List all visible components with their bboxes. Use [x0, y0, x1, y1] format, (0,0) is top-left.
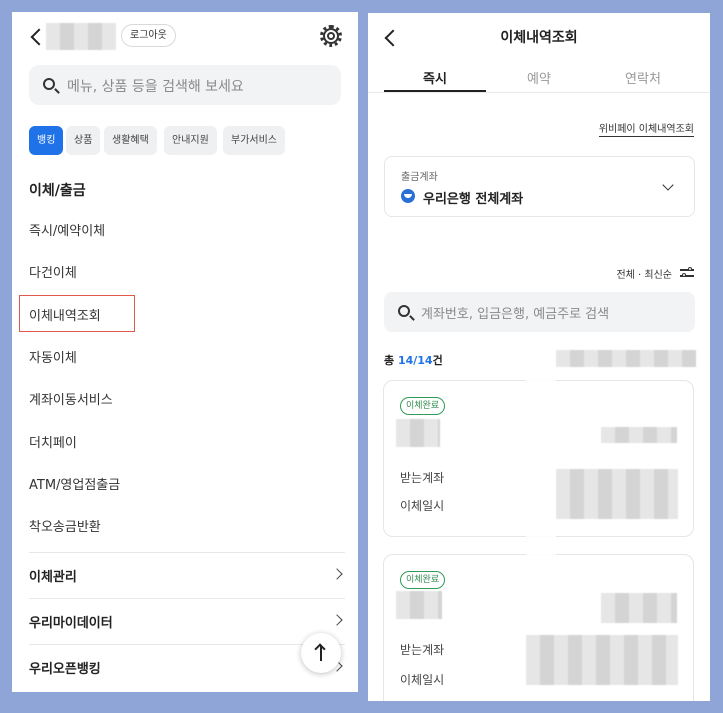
- group-my-data[interactable]: 우리마이데이터: [29, 610, 345, 632]
- menu-item-mistaken-remit[interactable]: 착오송금반환: [29, 516, 101, 535]
- history-search-input[interactable]: 계좌번호, 입금은행, 예금주로 검색: [384, 292, 695, 332]
- chip-banking[interactable]: 뱅킹: [29, 126, 64, 155]
- account-name: 우리은행 전체계좌: [423, 192, 524, 207]
- wibee-history-link[interactable]: 위비페이 이체내역조회: [598, 120, 694, 137]
- menu-panel: 로그아웃 메뉴, 상품 등을 검색해 보세요 뱅킹 상품 생활혜택 안내지원 부…: [12, 12, 358, 692]
- group-label: 이체관리: [29, 570, 77, 585]
- divider: [368, 92, 710, 93]
- account-label: 출금계좌: [401, 172, 438, 183]
- filter-icon[interactable]: [680, 267, 694, 278]
- group-open-banking[interactable]: 우리오픈뱅킹: [29, 656, 345, 678]
- redacted-recipient: [396, 591, 442, 619]
- redacted-details: [556, 469, 678, 519]
- chip-extra-services[interactable]: 부가서비스: [223, 126, 285, 155]
- menu-item-atm-withdrawal[interactable]: ATM/영업점출금: [29, 474, 120, 493]
- tab-contacts[interactable]: 연락처: [592, 68, 694, 87]
- section-title-transfer: 이체/출금: [29, 183, 86, 199]
- bank-logo-icon: [401, 189, 415, 203]
- logout-button[interactable]: 로그아웃: [121, 24, 176, 47]
- transfer-date-label: 이체일시: [400, 673, 445, 687]
- search-icon: [43, 78, 55, 90]
- back-icon[interactable]: [30, 28, 48, 46]
- count-suffix: 건: [432, 354, 443, 367]
- divider: [29, 644, 345, 645]
- count-prefix: 총: [384, 354, 398, 367]
- search-icon: [398, 305, 410, 317]
- menu-item-dutch-pay[interactable]: 더치페이: [29, 432, 77, 451]
- menu-item-transfer-history[interactable]: 이체내역조회: [29, 305, 101, 324]
- redacted-amount: [601, 427, 677, 443]
- recipient-account-label: 받는계좌: [400, 643, 445, 657]
- chevron-down-icon: [662, 179, 674, 191]
- search-placeholder: 계좌번호, 입금은행, 예금주로 검색: [421, 307, 610, 322]
- menu-item-account-switch[interactable]: 계좌이동서비스: [29, 389, 113, 408]
- tab-instant[interactable]: 즉시: [384, 68, 486, 87]
- account-selector[interactable]: 출금계좌 우리은행 전체계좌: [384, 156, 695, 217]
- tab-scheduled[interactable]: 예약: [488, 68, 590, 87]
- history-panel: 이체내역조회 즉시 예약 연락처 위비페이 이체내역조회 출금계좌 우리은행 전…: [368, 13, 710, 701]
- status-badge: 이체완료: [400, 397, 446, 415]
- chevron-right-icon: [331, 614, 343, 626]
- user-name-redacted: [46, 23, 116, 50]
- chip-products[interactable]: 상품: [66, 126, 101, 155]
- group-label: 우리마이데이터: [29, 616, 113, 631]
- result-count: 총 14/14건: [384, 352, 443, 368]
- group-transfer-management[interactable]: 이체관리: [29, 564, 345, 586]
- redacted-details: [526, 635, 678, 685]
- redaction-overlay: [526, 365, 556, 565]
- sort-filter-label[interactable]: 전체 · 최신순: [616, 266, 672, 281]
- menu-search-input[interactable]: 메뉴, 상품 등을 검색해 보세요: [29, 65, 341, 105]
- group-label: 우리오픈뱅킹: [29, 662, 101, 677]
- arrow-up-icon: [320, 645, 322, 661]
- menu-item-instant-scheduled-transfer[interactable]: 즉시/예약이체: [29, 220, 105, 239]
- menu-item-auto-transfer[interactable]: 자동이체: [29, 347, 77, 366]
- redacted-info: [556, 350, 696, 367]
- scroll-top-button[interactable]: [301, 633, 341, 673]
- divider: [29, 598, 345, 599]
- chip-benefits[interactable]: 생활혜택: [104, 126, 157, 155]
- menu-header: 로그아웃: [12, 12, 358, 60]
- gear-icon[interactable]: [320, 25, 342, 47]
- search-placeholder: 메뉴, 상품 등을 검색해 보세요: [67, 79, 244, 95]
- menu-item-bulk-transfer[interactable]: 다건이체: [29, 262, 77, 281]
- redacted-recipient: [396, 419, 440, 447]
- redacted-amount: [601, 593, 677, 623]
- chip-support[interactable]: 안내지원: [164, 126, 217, 155]
- transfer-date-label: 이체일시: [400, 499, 445, 513]
- status-badge: 이체완료: [400, 571, 446, 589]
- chevron-right-icon: [331, 568, 343, 580]
- count-value: 14/14: [397, 354, 433, 367]
- page-title: 이체내역조회: [500, 30, 578, 46]
- recipient-account-label: 받는계좌: [400, 471, 445, 485]
- divider: [29, 552, 345, 553]
- transaction-card[interactable]: 이체완료 받는계좌 이체일시: [383, 554, 694, 701]
